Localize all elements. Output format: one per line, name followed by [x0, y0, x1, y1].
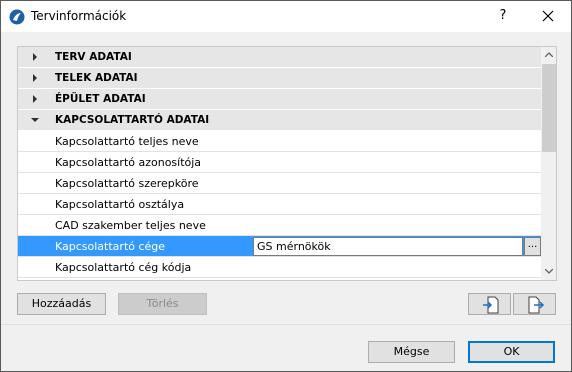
tree-group-kapcsolattarto-adatai[interactable]: KAPCSOLATTARTÓ ADATAI: [18, 110, 541, 131]
cancel-button[interactable]: Mégse: [368, 341, 455, 363]
close-button[interactable]: [533, 5, 563, 27]
help-button[interactable]: ?: [491, 5, 515, 27]
tree-group-terv-adatai[interactable]: TERV ADATAI: [18, 47, 541, 68]
dialog-window: Tervinformációk ? TERV ADATAI TELEK ADAT…: [0, 0, 572, 372]
import-icon: [483, 296, 499, 314]
tree-group-label: KAPCSOLATTARTÓ ADATAI: [55, 114, 210, 126]
scroll-thumb[interactable]: [542, 64, 556, 152]
project-info-tree[interactable]: TERV ADATAI TELEK ADATAI ÉPÜLET ADATAI K…: [17, 46, 557, 281]
tree-item-label: CAD szakember teljes neve: [55, 219, 206, 232]
tree-item-label: Kapcsolattartó szerepköre: [55, 177, 199, 190]
chevron-right-icon[interactable]: [30, 94, 40, 104]
tree-group-label: TERV ADATAI: [55, 51, 132, 63]
ok-button[interactable]: OK: [468, 341, 555, 363]
tree-item[interactable]: Kapcsolattartó szerepköre: [18, 173, 541, 194]
scroll-down-button[interactable]: [541, 264, 556, 280]
window-title: Tervinformációk: [31, 9, 127, 23]
chevron-right-icon[interactable]: [30, 73, 40, 83]
tree-item[interactable]: Kapcsolattartó cég kódja: [18, 257, 541, 278]
title-bar[interactable]: Tervinformációk ?: [1, 1, 571, 32]
tree-group-label: TELEK ADATAI: [55, 72, 138, 84]
add-button[interactable]: Hozzáadás: [17, 293, 106, 315]
tree-item-selected[interactable]: Kapcsolattartó cége GS mérnökök ...: [18, 236, 541, 257]
archicad-app-icon: [9, 9, 25, 25]
dialog-content: TERV ADATAI TELEK ADATAI ÉPÜLET ADATAI K…: [1, 32, 571, 371]
tree-item-label: Kapcsolattartó azonosítója: [55, 156, 202, 169]
chevron-right-icon[interactable]: [30, 52, 40, 62]
export-icon: [528, 296, 545, 314]
tree-rows: TERV ADATAI TELEK ADATAI ÉPÜLET ADATAI K…: [18, 47, 541, 280]
tree-item-label: Kapcsolattartó cége: [55, 240, 166, 253]
tree-group-epulet-adatai[interactable]: ÉPÜLET ADATAI: [18, 89, 541, 110]
close-icon: [542, 10, 554, 22]
tree-group-label: ÉPÜLET ADATAI: [55, 93, 146, 105]
scroll-up-button[interactable]: [541, 47, 556, 63]
delete-button[interactable]: Törlés: [118, 293, 207, 315]
tree-item[interactable]: Kapcsolattartó azonosítója: [18, 152, 541, 173]
tree-item-label: Kapcsolattartó teljes neve: [55, 135, 199, 148]
chevron-down-icon[interactable]: [30, 115, 40, 125]
export-button[interactable]: [513, 293, 556, 315]
tree-item[interactable]: Kapcsolattartó teljes neve: [18, 131, 541, 152]
vertical-scrollbar[interactable]: [541, 47, 556, 280]
tree-item-label: Kapcsolattartó cég kódja: [55, 261, 192, 274]
value-input[interactable]: GS mérnökök: [253, 237, 523, 256]
tree-item[interactable]: Kapcsolattartó osztálya: [18, 194, 541, 215]
value-text: GS mérnökök: [257, 240, 331, 253]
tree-item[interactable]: CAD szakember teljes neve: [18, 215, 541, 236]
chevron-down-icon: [544, 268, 554, 274]
footer-divider: [1, 324, 571, 325]
tree-group-telek-adatai[interactable]: TELEK ADATAI: [18, 68, 541, 89]
browse-button[interactable]: ...: [524, 237, 541, 256]
tree-item-label: Kapcsolattartó osztálya: [55, 198, 185, 211]
import-button[interactable]: [468, 293, 511, 315]
chevron-up-icon: [544, 52, 554, 58]
